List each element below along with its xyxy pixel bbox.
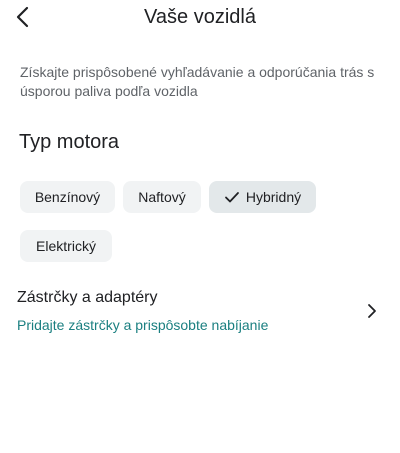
page-title: Vaše vozidlá bbox=[144, 6, 256, 28]
engine-type-heading: Typ motora bbox=[19, 131, 120, 153]
chip-electric[interactable]: Elektrický bbox=[20, 230, 112, 262]
chip-hybrid-label: Hybridný bbox=[245, 189, 302, 205]
chip-petrol-label: Benzínový bbox=[34, 189, 101, 205]
chip-diesel[interactable]: Naftový bbox=[123, 181, 201, 213]
plugs-adapters-title: Zástrčky a adaptéry bbox=[17, 289, 158, 306]
plugs-adapters-subtitle: Pridajte zástrčky a prispôsobte nabíjani… bbox=[17, 317, 269, 333]
chevron-right-icon bbox=[368, 304, 376, 318]
app-header: Vaše vozidlá bbox=[0, 0, 400, 36]
check-icon bbox=[224, 189, 240, 205]
page-description: Získajte prispôsobené vyhľadávanie a odp… bbox=[20, 64, 375, 99]
chip-diesel-label: Naftový bbox=[138, 189, 186, 205]
chip-electric-label: Elektrický bbox=[36, 238, 96, 254]
chip-hybrid[interactable]: Hybridný bbox=[209, 181, 316, 213]
plugs-adapters-row[interactable]: Zástrčky a adaptéry Pridajte zástrčky a … bbox=[0, 282, 400, 338]
chip-petrol[interactable]: Benzínový bbox=[20, 181, 115, 213]
